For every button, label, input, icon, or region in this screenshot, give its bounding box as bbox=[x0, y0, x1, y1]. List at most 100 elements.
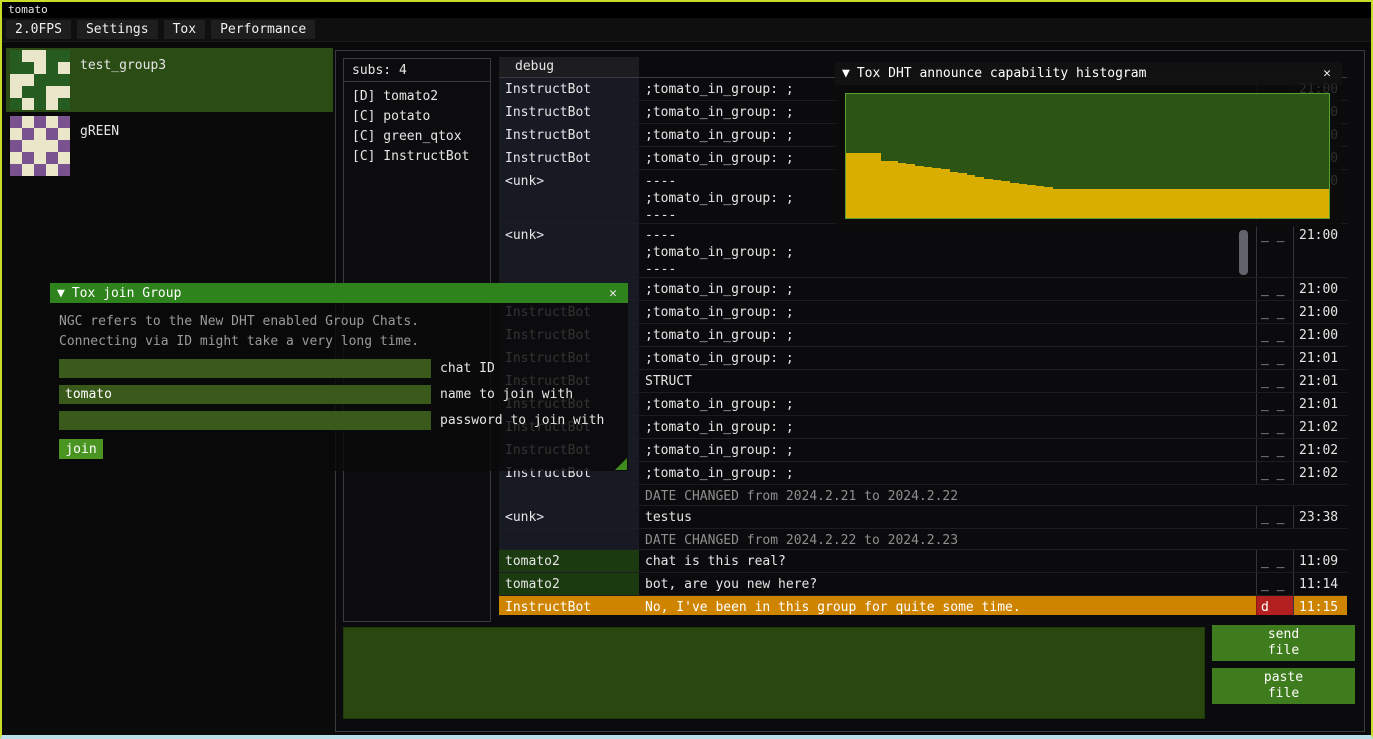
histogram-bar bbox=[846, 153, 855, 218]
message-text: bot, are you new here? bbox=[639, 573, 1256, 595]
date-name-spacer bbox=[499, 485, 639, 505]
sender-name: <unk> bbox=[499, 224, 639, 277]
histogram-bar bbox=[1062, 189, 1071, 218]
histogram-bar bbox=[855, 153, 864, 218]
histogram-bar bbox=[1303, 189, 1312, 218]
message-time: 21:00 bbox=[1293, 278, 1347, 300]
message-status: _ _ bbox=[1256, 506, 1293, 528]
histogram-window-titlebar[interactable]: ▼ Tox DHT announce capability histogram … bbox=[835, 62, 1342, 85]
message-text: ----;tomato_in_group: ;---- bbox=[639, 224, 1256, 277]
histogram-bar bbox=[941, 169, 950, 218]
sender-name: tomato2 bbox=[499, 550, 639, 572]
message-text: ;tomato_in_group: ; bbox=[639, 462, 1256, 484]
histogram-bar bbox=[1122, 189, 1131, 218]
collapse-arrow-icon[interactable]: ▼ bbox=[57, 286, 65, 301]
histogram-bar bbox=[932, 168, 941, 218]
subs-member[interactable]: [C] InstructBot bbox=[352, 147, 482, 167]
collapse-arrow-icon[interactable]: ▼ bbox=[842, 66, 850, 81]
message-time: 21:01 bbox=[1293, 393, 1347, 415]
message-time: 21:02 bbox=[1293, 462, 1347, 484]
join-password-input[interactable] bbox=[59, 411, 431, 430]
message-time: 21:01 bbox=[1293, 347, 1347, 369]
histogram-bar bbox=[915, 166, 924, 218]
message-text: ;tomato_in_group: ; bbox=[639, 324, 1256, 346]
join-button[interactable]: join bbox=[59, 439, 103, 459]
join-name-input[interactable] bbox=[59, 385, 431, 404]
message-input[interactable] bbox=[343, 627, 1205, 719]
message-time: 23:38 bbox=[1293, 506, 1347, 528]
message-time: 21:00 bbox=[1293, 324, 1347, 346]
message-status: _ _ bbox=[1256, 462, 1293, 484]
histogram-plot bbox=[845, 93, 1330, 219]
paste-file-label-line1: paste bbox=[1264, 670, 1303, 686]
join-window-body: NGC refers to the New DHT enabled Group … bbox=[50, 303, 628, 471]
histogram-bar bbox=[950, 172, 959, 218]
send-file-label-line2: file bbox=[1268, 643, 1299, 659]
histogram-bar bbox=[967, 175, 976, 218]
chat-row: InstructBotNo, I've been in this group f… bbox=[499, 596, 1347, 615]
message-time: 11:09 bbox=[1293, 550, 1347, 572]
message-status: _ _ bbox=[1256, 224, 1293, 277]
histogram-bar bbox=[1148, 189, 1157, 218]
message-time: 21:02 bbox=[1293, 416, 1347, 438]
histogram-bar bbox=[1053, 189, 1062, 218]
message-text: testus bbox=[639, 506, 1256, 528]
resize-grip-icon[interactable] bbox=[615, 458, 627, 470]
sender-name: <unk> bbox=[499, 170, 639, 223]
histogram-bar bbox=[1251, 189, 1260, 218]
menu-performance[interactable]: Performance bbox=[211, 20, 315, 39]
message-text: No, I've been in this group for quite so… bbox=[639, 596, 1256, 615]
send-file-button[interactable]: send file bbox=[1212, 625, 1355, 661]
message-text: ;tomato_in_group: ; bbox=[639, 347, 1256, 369]
histogram-bar bbox=[1165, 189, 1174, 218]
histogram-bar bbox=[1286, 189, 1295, 218]
titlebar[interactable]: tomato bbox=[2, 2, 1371, 18]
send-file-label-line1: send bbox=[1268, 627, 1299, 643]
histogram-bar bbox=[1200, 189, 1209, 218]
histogram-bar bbox=[1088, 189, 1097, 218]
histogram-bar bbox=[863, 153, 872, 218]
sender-name: InstructBot bbox=[499, 596, 639, 615]
histogram-bar bbox=[1036, 186, 1045, 218]
message-status: _ _ bbox=[1256, 278, 1293, 300]
chat-id-input[interactable] bbox=[59, 359, 431, 378]
chat-id-label: chat ID bbox=[440, 361, 495, 376]
histogram-bar bbox=[1226, 189, 1235, 218]
message-text: ;tomato_in_group: ; bbox=[639, 301, 1256, 323]
sender-name: InstructBot bbox=[499, 101, 639, 123]
message-status: _ _ bbox=[1256, 550, 1293, 572]
histogram-bar bbox=[1191, 189, 1200, 218]
group-item-gREEN[interactable]: gREEN bbox=[6, 114, 333, 178]
group-item-test_group3[interactable]: test_group3 bbox=[6, 48, 333, 112]
histogram-bar bbox=[1277, 189, 1286, 218]
group-name: test_group3 bbox=[80, 58, 166, 73]
message-time: 11:15 bbox=[1293, 596, 1347, 615]
sender-name: <unk> bbox=[499, 506, 639, 528]
paste-file-button[interactable]: paste file bbox=[1212, 668, 1355, 704]
histogram-bar bbox=[1019, 184, 1028, 218]
join-window-titlebar[interactable]: ▼ Tox join Group ✕ bbox=[50, 283, 628, 303]
sender-name: InstructBot bbox=[499, 147, 639, 169]
message-status: _ _ bbox=[1256, 370, 1293, 392]
histogram-bar bbox=[1182, 189, 1191, 218]
join-window-title: Tox join Group bbox=[72, 286, 182, 301]
menu-tox[interactable]: Tox bbox=[164, 20, 205, 39]
subs-member[interactable]: [C] green_qtox bbox=[352, 127, 482, 147]
chat-scrollbar-thumb[interactable] bbox=[1239, 230, 1248, 275]
subs-member[interactable]: [C] potato bbox=[352, 107, 482, 127]
histogram-bar bbox=[1044, 187, 1053, 218]
histogram-bar bbox=[1208, 189, 1217, 218]
close-icon[interactable]: ✕ bbox=[1319, 66, 1335, 81]
date-changed-text: DATE CHANGED from 2024.2.21 to 2024.2.22 bbox=[639, 485, 1256, 505]
sender-name: InstructBot bbox=[499, 78, 639, 100]
message-status: _ _ bbox=[1256, 573, 1293, 595]
message-time: 11:14 bbox=[1293, 573, 1347, 595]
subs-member[interactable]: [D] tomato2 bbox=[352, 87, 482, 107]
close-icon[interactable]: ✕ bbox=[605, 286, 621, 301]
menu-bar: 2.0FPS Settings Tox Performance bbox=[2, 18, 1371, 42]
message-status: _ _ bbox=[1256, 324, 1293, 346]
menu-settings[interactable]: Settings bbox=[77, 20, 158, 39]
tab-debug[interactable]: debug bbox=[499, 57, 639, 78]
message-text: ;tomato_in_group: ; bbox=[639, 439, 1256, 461]
join-name-label: name to join with bbox=[440, 387, 573, 402]
